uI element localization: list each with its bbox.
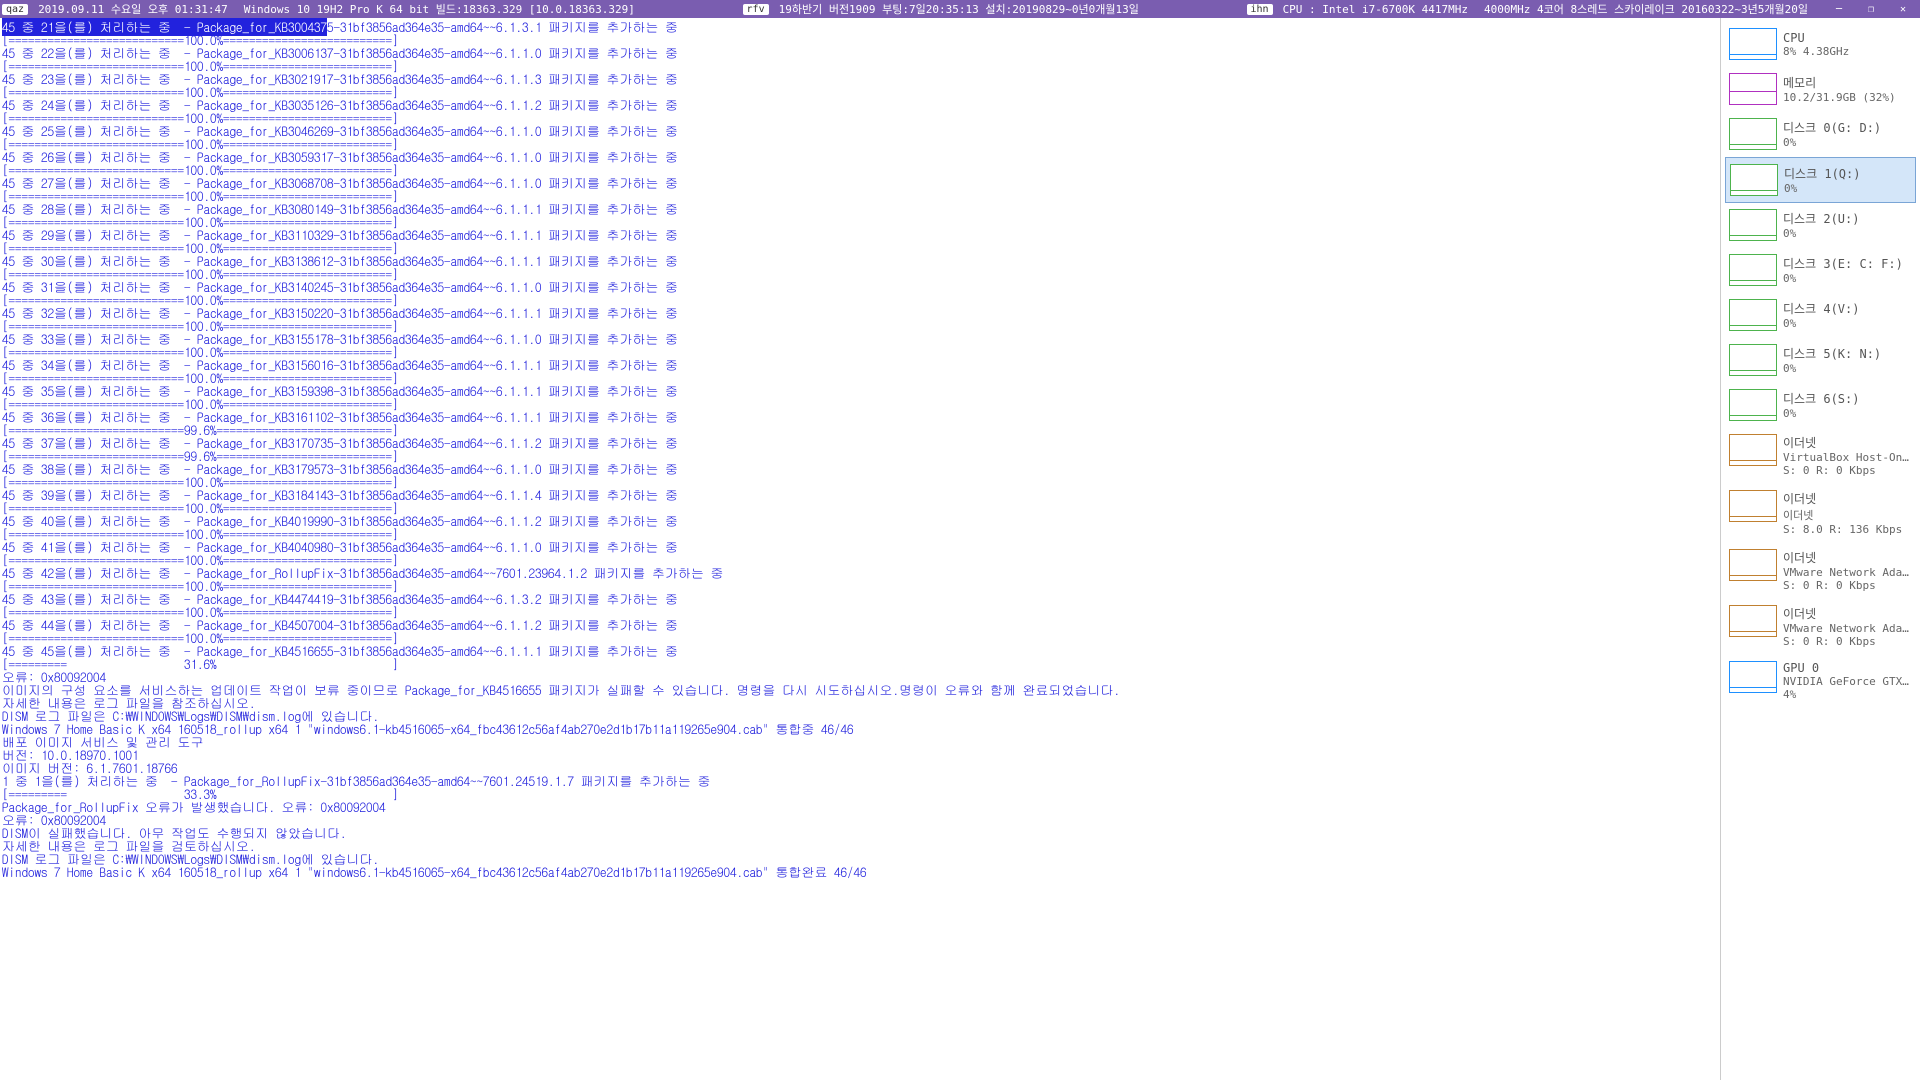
mem-graph-icon: [1729, 73, 1777, 105]
titlebar-boot-info: 19하반기 버전1909 부팅:7일20:35:13 설치:20190829~0…: [771, 1, 1147, 17]
cpu-graph-icon: [1729, 28, 1777, 60]
perf-value: 10.2/31.9GB (32%): [1783, 91, 1896, 104]
disk-graph-icon: [1729, 389, 1777, 421]
titlebar-tag-qaz: qaz: [2, 4, 28, 15]
disk-graph-icon: [1729, 209, 1777, 241]
performance-sidebar: CPU8% 4.38GHz메모리10.2/31.9GB (32%)디스크 0(G…: [1720, 18, 1920, 1080]
perf-item-2[interactable]: 디스크 0(G: D:)0%: [1725, 112, 1916, 157]
disk-graph-icon: [1729, 299, 1777, 331]
perf-value-2: 4%: [1783, 688, 1912, 701]
disk-graph-icon: [1729, 344, 1777, 376]
console-output[interactable]: 45 중 21을(를) 처리하는 중 - Package_for_KB30043…: [0, 18, 1720, 1080]
perf-title: 이더넷: [1783, 549, 1912, 566]
perf-value: 0%: [1783, 136, 1881, 149]
perf-title: 디스크 2(U:): [1783, 210, 1859, 227]
titlebar-os-info: Windows 10 19H2 Pro K 64 bit 빌드:18363.32…: [236, 1, 643, 17]
perf-item-12[interactable]: 이더넷VMware Network Ada..S: 0 R: 0 Kbps: [1725, 599, 1916, 655]
perf-value-2: S: 0 R: 0 Kbps: [1783, 579, 1912, 592]
perf-value-2: S: 0 R: 0 Kbps: [1783, 635, 1912, 648]
perf-value: 0%: [1783, 272, 1903, 285]
console-line: DISM이 실패했습니다. 아무 작업도 수행되지 않았습니다.: [2, 826, 1718, 839]
perf-title: 디스크 0(G: D:): [1783, 119, 1881, 136]
perf-item-5[interactable]: 디스크 3(E: C: F:)0%: [1725, 248, 1916, 293]
perf-value: 이더넷: [1783, 507, 1902, 523]
perf-item-11[interactable]: 이더넷VMware Network Ada..S: 0 R: 0 Kbps: [1725, 543, 1916, 599]
perf-item-9[interactable]: 이더넷VirtualBox Host-Only ..S: 0 R: 0 Kbps: [1725, 428, 1916, 484]
perf-title: 이더넷: [1783, 490, 1902, 507]
disk-graph-icon: [1729, 254, 1777, 286]
perf-item-13[interactable]: GPU 0NVIDIA GeForce GTX ..4%: [1725, 655, 1916, 708]
perf-value: 0%: [1783, 227, 1859, 240]
perf-value: 0%: [1784, 182, 1860, 195]
perf-title: CPU: [1783, 31, 1849, 45]
perf-item-4[interactable]: 디스크 2(U:)0%: [1725, 203, 1916, 248]
console-line: Windows 7 Home Basic K x64 160518_rollup…: [2, 865, 1718, 878]
disk-graph-icon: [1729, 118, 1777, 150]
perf-item-3[interactable]: 디스크 1(Q:)0%: [1725, 157, 1916, 203]
console-line: [========= 31.6% ]: [2, 657, 1718, 670]
maximize-button[interactable]: ❐: [1856, 1, 1886, 17]
perf-title: GPU 0: [1783, 661, 1912, 675]
perf-value: VMware Network Ada..: [1783, 622, 1912, 635]
perf-title: 이더넷: [1783, 434, 1912, 451]
perf-title: 디스크 3(E: C: F:): [1783, 255, 1903, 272]
perf-item-1[interactable]: 메모리10.2/31.9GB (32%): [1725, 67, 1916, 112]
perf-title: 디스크 6(S:): [1783, 390, 1859, 407]
net-graph-icon: [1729, 549, 1777, 581]
perf-item-10[interactable]: 이더넷이더넷S: 8.0 R: 136 Kbps: [1725, 484, 1916, 543]
perf-value: 8% 4.38GHz: [1783, 45, 1849, 58]
perf-title: 디스크 1(Q:): [1784, 165, 1860, 182]
titlebar[interactable]: qaz 2019.09.11 수요일 오후 01:31:47 Windows 1…: [0, 0, 1920, 18]
perf-value: NVIDIA GeForce GTX ..: [1783, 675, 1912, 688]
console-line: Windows 7 Home Basic K x64 160518_rollup…: [2, 722, 1718, 735]
gpu-graph-icon: [1729, 661, 1777, 693]
perf-item-6[interactable]: 디스크 4(V:)0%: [1725, 293, 1916, 338]
perf-value: VirtualBox Host-Only ..: [1783, 451, 1912, 464]
net-graph-icon: [1729, 490, 1777, 522]
net-graph-icon: [1729, 434, 1777, 466]
perf-value: 0%: [1783, 407, 1859, 420]
console-line: 이미지의 구성 요소를 서비스하는 업데이트 작업이 보류 중이므로 Packa…: [2, 683, 1718, 696]
perf-title: 이더넷: [1783, 605, 1912, 622]
perf-value-2: S: 8.0 R: 136 Kbps: [1783, 523, 1902, 536]
net-graph-icon: [1729, 605, 1777, 637]
perf-value: 0%: [1783, 362, 1881, 375]
perf-value: VMware Network Ada..: [1783, 566, 1912, 579]
perf-item-8[interactable]: 디스크 6(S:)0%: [1725, 383, 1916, 428]
perf-item-0[interactable]: CPU8% 4.38GHz: [1725, 22, 1916, 67]
minimize-button[interactable]: ─: [1824, 1, 1854, 17]
titlebar-hw-info: 4000MHz 4코어 8스레드 스카이레이크 20160322~3년5개월20…: [1476, 1, 1816, 17]
disk-graph-icon: [1730, 164, 1778, 196]
perf-title: 디스크 4(V:): [1783, 300, 1859, 317]
perf-title: 디스크 5(K: N:): [1783, 345, 1881, 362]
titlebar-tag-ihn: ihn: [1247, 4, 1273, 15]
perf-title: 메모리: [1783, 74, 1896, 91]
close-button[interactable]: ✕: [1888, 1, 1918, 17]
titlebar-cpu-info: CPU : Intel i7-6700K 4417MHz: [1275, 3, 1476, 16]
titlebar-tag-rfv: rfv: [743, 4, 769, 15]
perf-item-7[interactable]: 디스크 5(K: N:)0%: [1725, 338, 1916, 383]
perf-value: 0%: [1783, 317, 1859, 330]
titlebar-datetime: 2019.09.11 수요일 오후 01:31:47: [30, 1, 236, 17]
console-line: 버전: 10.0.18970.1001: [2, 748, 1718, 761]
perf-value-2: S: 0 R: 0 Kbps: [1783, 464, 1912, 477]
console-line: Package_for_RollupFix 오류가 발생했습니다. 오류: 0x…: [2, 800, 1718, 813]
